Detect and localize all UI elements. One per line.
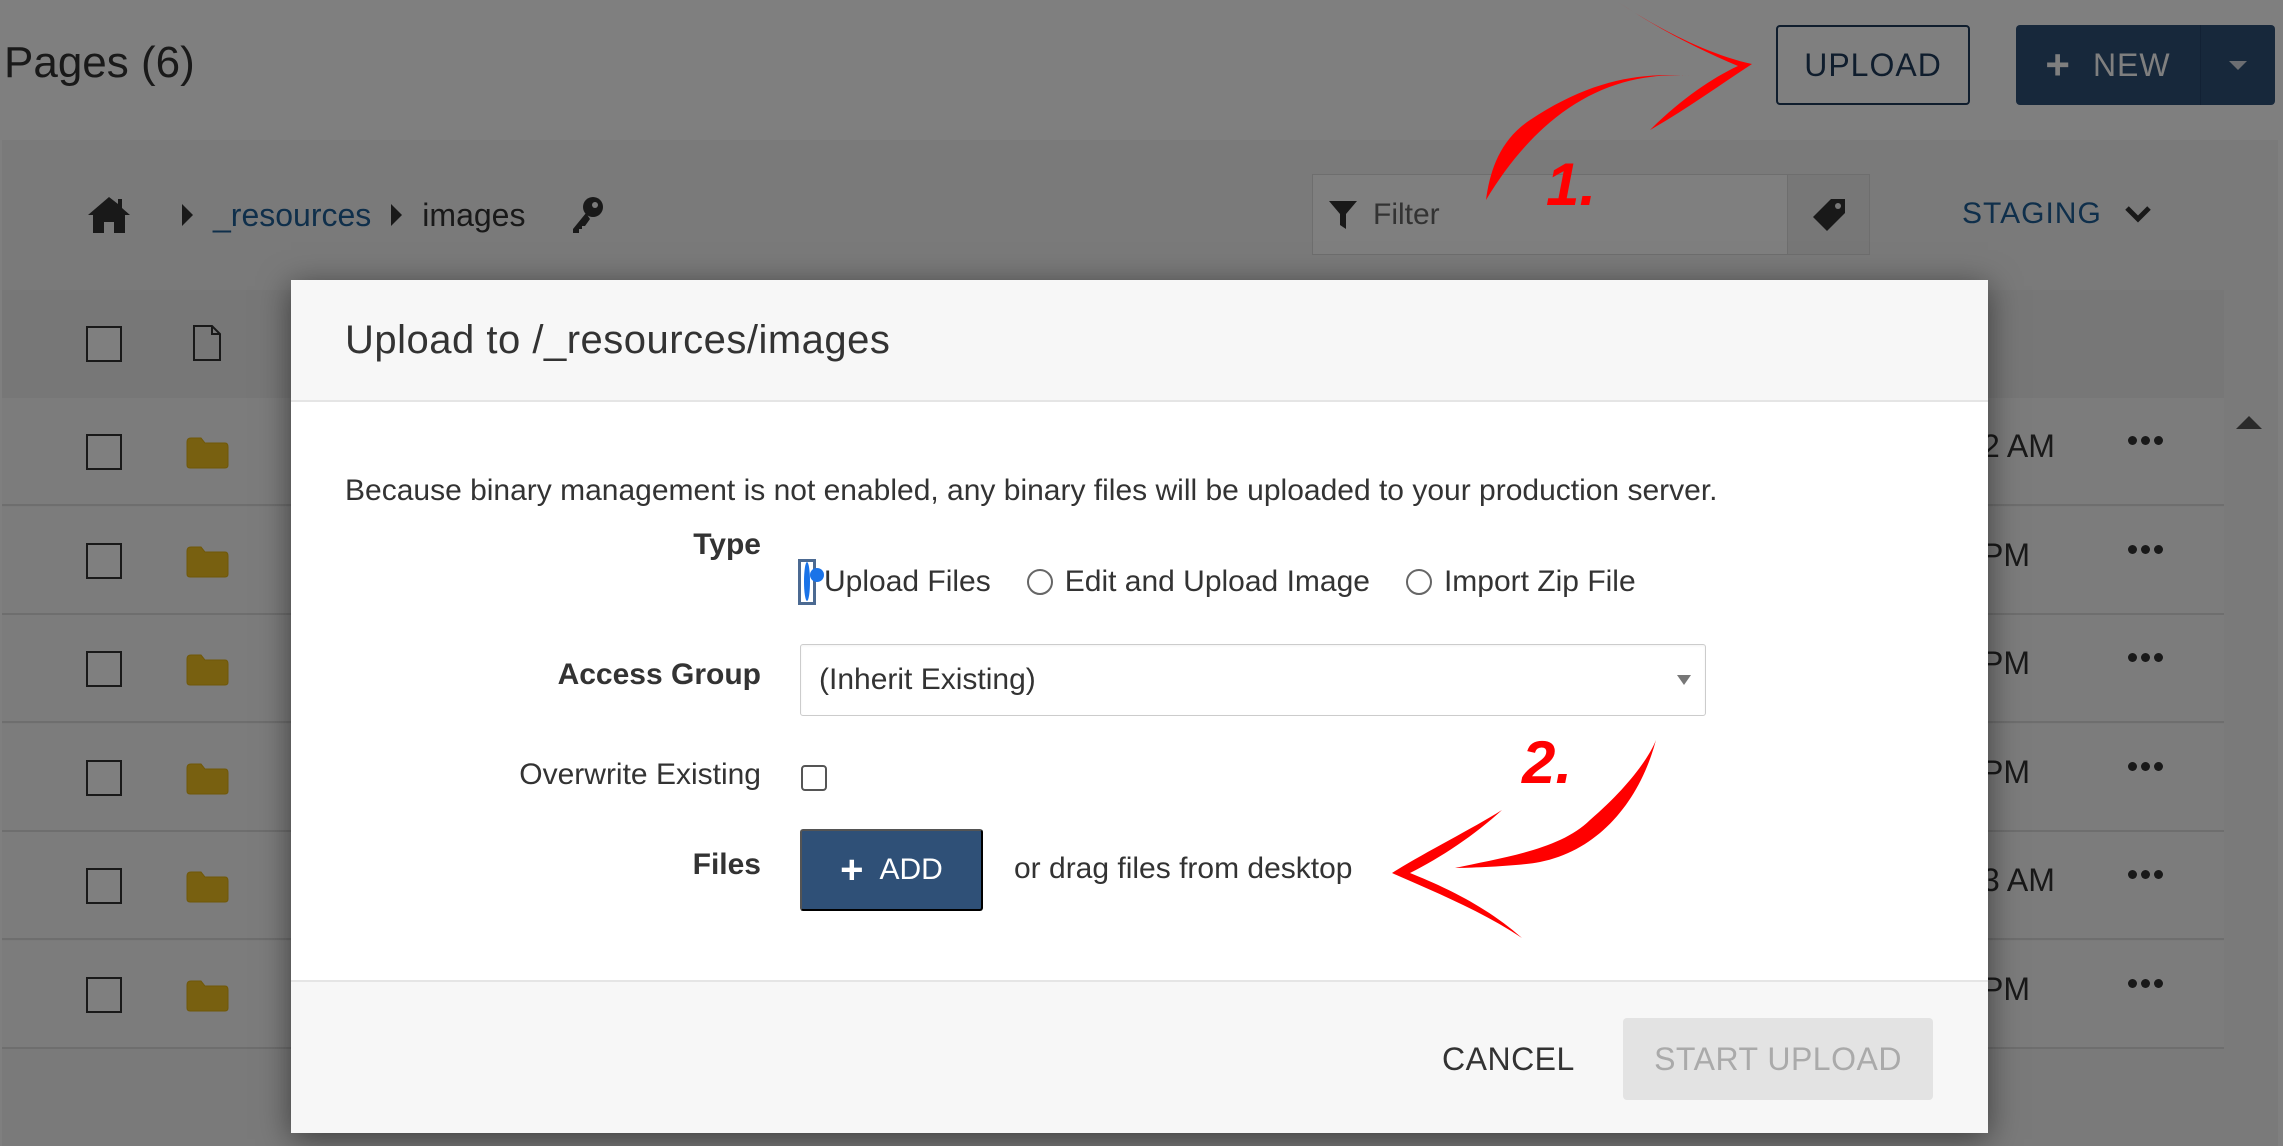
upload-dialog: Upload to /_resources/images Because bin…	[291, 280, 1988, 1133]
files-label: Files	[692, 848, 761, 881]
type-edit-upload-image[interactable]: Edit and Upload Image	[1026, 565, 1370, 599]
type-radio-group: Upload Files Edit and Upload Image Impor…	[798, 559, 1672, 605]
plus-icon: +	[840, 848, 864, 892]
cancel-button[interactable]: CANCEL	[1426, 1018, 1591, 1100]
radio-label: Edit and Upload Image	[1064, 565, 1370, 598]
type-upload-files[interactable]: Upload Files	[798, 559, 991, 605]
access-group-select[interactable]: (Inherit Existing)	[800, 644, 1706, 716]
type-label: Type	[693, 528, 761, 561]
radio-label: Import Zip File	[1443, 565, 1636, 598]
binary-notice: Because binary management is not enabled…	[345, 474, 1718, 507]
drag-hint: or drag files from desktop	[1014, 852, 1353, 885]
radio-upload-files[interactable]	[804, 562, 810, 601]
type-import-zip[interactable]: Import Zip File	[1405, 565, 1636, 599]
access-group-value: (Inherit Existing)	[819, 663, 1036, 696]
radio-import-zip[interactable]	[1405, 569, 1432, 595]
access-group-label: Access Group	[557, 658, 761, 691]
start-upload-button[interactable]: START UPLOAD	[1623, 1018, 1933, 1100]
radio-focus-ring	[798, 559, 816, 605]
dialog-title: Upload to /_resources/images	[345, 317, 891, 362]
dialog-body: Because binary management is not enabled…	[291, 402, 1988, 980]
annotation-step-1: 1.	[1546, 151, 1597, 218]
app: Pages (6) UPLOAD + NEW _resources images…	[0, 0, 2283, 1146]
select-arrow-icon	[1677, 675, 1691, 685]
overwrite-checkbox[interactable]	[801, 765, 827, 791]
overwrite-label: Overwrite Existing	[519, 758, 761, 791]
add-files-button[interactable]: + ADD	[800, 829, 983, 911]
annotation-step-2: 2.	[1522, 729, 1573, 796]
add-files-label: ADD	[879, 853, 943, 886]
radio-label: Upload Files	[824, 565, 991, 598]
dialog-footer: CANCEL START UPLOAD	[291, 980, 1988, 1133]
radio-edit-upload-image[interactable]	[1026, 569, 1053, 595]
dialog-header: Upload to /_resources/images	[291, 280, 1988, 402]
